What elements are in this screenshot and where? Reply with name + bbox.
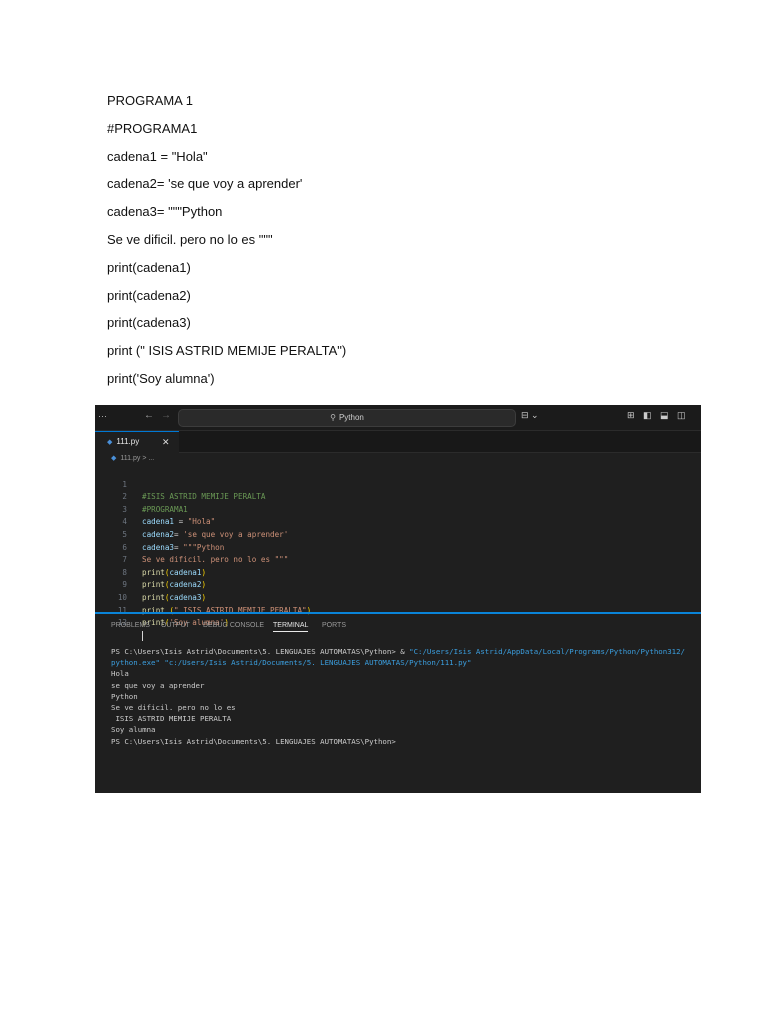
tab-label: 111.py xyxy=(116,437,140,446)
document-body: PROGRAMA 1 #PROGRAMA1 cadena1 = "Hola" c… xyxy=(107,91,667,397)
more-icon[interactable]: ··· xyxy=(98,411,107,421)
code-line: 9 print(cadena3) xyxy=(95,567,206,602)
code-line: 11 print('Soy alumna') xyxy=(95,592,229,628)
code-line: 10 print (" ISIS ASTRID MEMIJE PERALTA") xyxy=(95,579,311,615)
copilot-icon[interactable]: ⊟ ⌄ xyxy=(521,410,539,421)
document-line: print (" ISIS ASTRID MEMIJE PERALTA") xyxy=(107,343,347,359)
code-line: 4 cadena2= 'se que voy a aprender' xyxy=(95,504,288,539)
code-line: 7 print(cadena1) xyxy=(95,542,206,577)
terminal-line: ISIS ASTRID MEMIJE PERALTA xyxy=(111,714,232,724)
code-identifier: cadena3 xyxy=(169,592,202,602)
command-center-search[interactable]: ⚲ Python xyxy=(178,409,516,427)
code-string: 'se que voy a aprender' xyxy=(183,529,289,539)
tab-debug-console[interactable]: DEBUG CONSOLE xyxy=(203,622,264,629)
document-line: Se ve dificil. pero no lo es """ xyxy=(107,231,273,247)
code-identifier: cadena1 xyxy=(142,517,175,527)
terminal-prompt: PS C:\Users\Isis Astrid\Documents\5. LEN… xyxy=(111,647,410,656)
terminal-line: Python xyxy=(111,691,138,701)
terminal-line: PS C:\Users\Isis Astrid\Documents\5. LEN… xyxy=(111,736,396,746)
layout-controls-icon[interactable]: ⊞ ◧ ⬓ ◫ xyxy=(627,410,689,421)
panel-tab-bar: PROBLEMS OUTPUT DEBUG CONSOLE TERMINAL P… xyxy=(95,617,701,637)
code-line: 2 #PROGRAMA1 xyxy=(95,479,187,514)
document-line: cadena2= 'se que voy a aprender' xyxy=(107,176,303,192)
code-paren: ) xyxy=(201,592,207,602)
breadcrumb[interactable]: ◆ 111.py > ... xyxy=(111,454,154,462)
code-string: """Python xyxy=(183,542,225,552)
terminal-path: "C:/Users/Isis Astrid/AppData/Local/Prog… xyxy=(409,647,685,656)
code-line: 6 Se ve dificil. pero no lo es """ xyxy=(95,529,288,565)
code-function: print xyxy=(142,592,165,602)
terminal-line: Soy alumna xyxy=(111,725,156,735)
terminal-line: Hola xyxy=(111,669,129,679)
forward-arrow-icon[interactable]: → xyxy=(161,410,171,421)
editor-tab-111-py[interactable]: ◆ 111.py ✕ xyxy=(95,431,179,453)
back-arrow-icon[interactable]: ← xyxy=(144,410,154,421)
code-comment: #ISIS ASTRID MEMIJE PERALTA xyxy=(142,492,266,502)
code-line: 3 cadena1 = "Hola" xyxy=(95,491,215,527)
terminal-path: python.exe" "c:/Users/Isis Astrid/Docume… xyxy=(111,658,472,668)
code-function: print xyxy=(142,567,165,577)
code-operator: = xyxy=(174,517,188,527)
terminal-line: PS C:\Users\Isis Astrid\Documents\5. LEN… xyxy=(111,646,697,657)
document-line: PROGRAMA 1 xyxy=(107,93,193,108)
search-text: Python xyxy=(338,413,364,422)
document-line: print('Soy alumna') xyxy=(107,370,215,386)
code-string: "Hola" xyxy=(187,517,216,527)
code-identifier: cadena1 xyxy=(169,567,202,577)
search-icon: ⚲ xyxy=(330,413,336,422)
breadcrumb-text: 111.py > ... xyxy=(120,455,155,462)
code-editor[interactable]: 1 #ISIS ASTRID MEMIJE PERALTA 2 #PROGRAM… xyxy=(95,466,701,641)
tab-ports[interactable]: PORTS xyxy=(322,622,346,629)
code-identifier: cadena2 xyxy=(169,580,202,590)
python-file-icon: ◆ xyxy=(111,455,117,462)
code-string: Se ve dificil. pero no lo es """ xyxy=(142,555,289,565)
terminal-line: python.exe" "c:/Users/Isis Astrid/Docume… xyxy=(111,657,697,668)
code-identifier: cadena3 xyxy=(142,542,175,552)
title-bar: ··· ← → ⚲ Python ⊟ ⌄ ⊞ ◧ ⬓ ◫ xyxy=(95,405,701,431)
tab-output[interactable]: OUTPUT xyxy=(161,622,190,629)
vscode-screenshot: ··· ← → ⚲ Python ⊟ ⌄ ⊞ ◧ ⬓ ◫ ◆ 111.py ✕ ◆ 1… xyxy=(95,405,701,793)
document-line: print(cadena2) xyxy=(107,287,191,303)
code-identifier: cadena2 xyxy=(142,529,175,539)
code-paren: ) xyxy=(201,580,207,590)
terminal-output[interactable]: PS C:\Users\Isis Astrid\Documents\5. LEN… xyxy=(111,646,697,747)
tab-problems[interactable]: PROBLEMS xyxy=(111,622,150,629)
code-comment: #PROGRAMA1 xyxy=(142,504,188,514)
code-paren: ) xyxy=(201,567,207,577)
code-operator: = xyxy=(174,542,184,552)
document-line: cadena1 = "Hola" xyxy=(107,148,208,164)
terminal-line: se que voy a aprender xyxy=(111,680,205,690)
code-line: 5 cadena3= """Python xyxy=(95,516,224,552)
panel-divider[interactable] xyxy=(95,612,701,614)
editor-tab-bar: ◆ 111.py ✕ xyxy=(95,431,701,453)
document-line: print(cadena1) xyxy=(107,259,191,275)
document-line: print(cadena3) xyxy=(107,315,191,331)
document-line: cadena3= """Python xyxy=(107,204,223,220)
code-line: 1 #ISIS ASTRID MEMIJE PERALTA xyxy=(95,466,265,502)
tab-terminal[interactable]: TERMINAL xyxy=(273,622,309,632)
code-operator: = xyxy=(174,529,184,539)
code-line: 8 print(cadena2) xyxy=(95,554,206,590)
code-line: 12 xyxy=(95,605,143,641)
document-line: #PROGRAMA1 xyxy=(107,120,198,136)
python-file-icon: ◆ xyxy=(107,439,113,446)
close-tab-icon[interactable]: ✕ xyxy=(162,432,170,452)
terminal-line: Se ve dificil. pero no lo es xyxy=(111,702,236,712)
code-function: print xyxy=(142,580,165,590)
